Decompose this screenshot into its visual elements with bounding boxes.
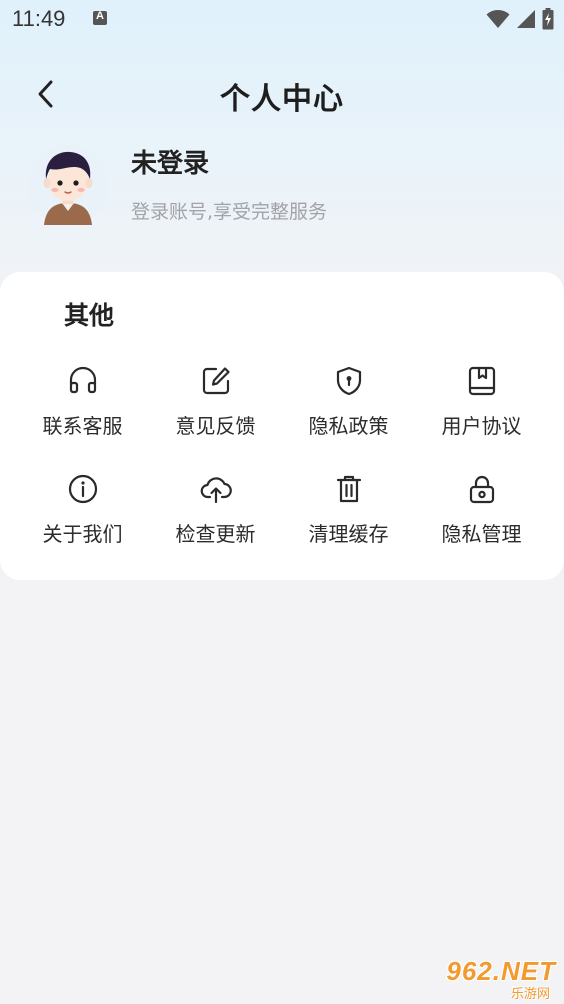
others-grid: 联系客服 意见反馈 隐私政策 用户协议 关于我们 检查更新 清理缓存 隐私管理 [16, 364, 548, 580]
headset-icon [66, 364, 100, 398]
status-indicators [486, 8, 554, 30]
contact-service-button[interactable]: 联系客服 [16, 364, 149, 472]
privacy-management-button[interactable]: 隐私管理 [415, 472, 548, 580]
others-card: 其他 联系客服 意见反馈 隐私政策 用户协议 关于我们 检查更新 清理缓存 隐私… [0, 272, 564, 580]
watermark-sub: 乐游网 [510, 987, 550, 1002]
check-update-button[interactable]: 检查更新 [149, 472, 282, 580]
info-icon [66, 472, 100, 506]
grid-item-label: 隐私管理 [441, 522, 522, 546]
grid-item-label: 检查更新 [175, 522, 256, 546]
trash-icon [332, 472, 366, 506]
avatar[interactable] [28, 145, 108, 225]
feedback-button[interactable]: 意见反馈 [149, 364, 282, 472]
page-title: 个人中心 [220, 82, 344, 117]
grid-item-label: 清理缓存 [308, 522, 389, 546]
profile-subtitle: 登录账号,享受完整服务 [131, 201, 328, 223]
avatar-boy-icon [28, 145, 108, 225]
shield-icon [332, 364, 366, 398]
wifi-icon [486, 10, 510, 28]
grid-item-label: 用户协议 [441, 414, 522, 438]
profile-name[interactable]: 未登录 [131, 143, 209, 180]
user-agreement-button[interactable]: 用户协议 [415, 364, 548, 472]
notification-a-icon [93, 10, 107, 25]
grid-item-label: 关于我们 [42, 522, 123, 546]
watermark-logo: 962.NET 乐游网 [422, 956, 556, 1002]
section-title: 其他 [64, 301, 115, 330]
edit-icon [199, 364, 233, 398]
lock-icon [465, 472, 499, 506]
cloud-upload-icon [199, 472, 233, 506]
status-bar: 11:49 [0, 0, 564, 40]
grid-item-label: 意见反馈 [175, 414, 256, 438]
grid-item-label: 隐私政策 [308, 414, 389, 438]
signal-icon [517, 10, 535, 28]
clear-cache-button[interactable]: 清理缓存 [282, 472, 415, 580]
bookmark-book-icon [465, 364, 499, 398]
status-time: 11:49 [12, 6, 66, 31]
battery-icon [542, 8, 554, 30]
about-us-button[interactable]: 关于我们 [16, 472, 149, 580]
grid-item-label: 联系客服 [42, 414, 123, 438]
privacy-policy-button[interactable]: 隐私政策 [282, 364, 415, 472]
